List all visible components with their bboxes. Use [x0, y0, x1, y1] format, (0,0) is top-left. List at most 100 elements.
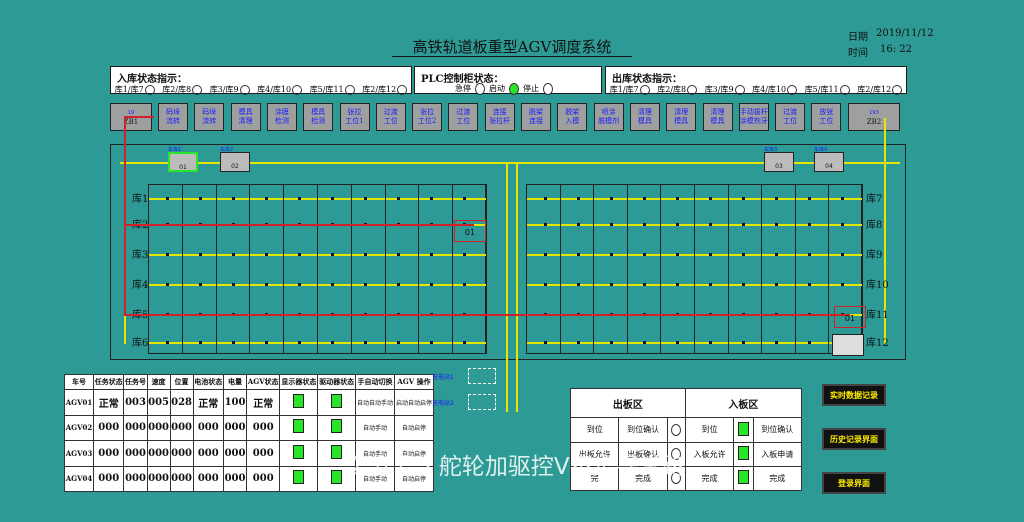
outbound-indicator-icon: [734, 85, 745, 95]
outbound-status-panel: 出库状态指示： 库1/库7 库2/库8 库3/库9 库4/库10 库5/库11 库2/库1…: [605, 66, 907, 95]
track-node: [742, 197, 745, 200]
agv-id: AGV03: [64, 440, 94, 467]
track-node: [841, 197, 844, 200]
track-node: [742, 223, 745, 226]
workstation-8[interactable]: 张拉 工位2: [412, 103, 443, 131]
cell-bat_state: 000: [192, 414, 225, 441]
grid-line: [761, 184, 763, 354]
workstation-14[interactable]: 清理 模具: [629, 103, 660, 131]
outbound-item-6: 库2/库12: [857, 84, 903, 95]
workstation-19[interactable]: 放张 工位: [811, 103, 842, 131]
workstation-5[interactable]: 模具 检测: [303, 103, 334, 131]
col-header: 位置: [169, 374, 194, 390]
in-board-confirm[interactable]: 完成: [752, 465, 803, 492]
col-header: 手自动切换: [355, 374, 395, 390]
cell-agv_state: 000: [245, 440, 281, 467]
workstation-7[interactable]: 过渡 工位: [375, 103, 406, 131]
col-header: 显示器状态: [279, 374, 319, 390]
outbound-item-5: 库5/库11: [805, 84, 850, 95]
charge-slot-2: [468, 394, 496, 410]
store-label-left-6: 库6: [132, 338, 149, 349]
status-led-icon: [293, 419, 305, 434]
track-node: [430, 197, 433, 200]
cell-drv: [317, 414, 357, 441]
grid-line: [862, 184, 863, 354]
grid-line: [350, 184, 352, 354]
track-node: [709, 223, 712, 226]
workstation-9[interactable]: 过渡 工位: [448, 103, 479, 131]
track-node: [676, 197, 679, 200]
track-node: [430, 253, 433, 256]
op-cell[interactable]: 启动自动启停: [394, 389, 434, 416]
title-underline: [392, 56, 632, 57]
workstation-13[interactable]: 喷涂 脱模剂: [593, 103, 624, 131]
plc-label-1: 急停: [455, 84, 471, 93]
track-node: [610, 223, 613, 226]
route-segment: [124, 116, 154, 118]
in-board-confirm[interactable]: 入板申请: [752, 441, 803, 467]
in-board-label: 完成: [684, 465, 735, 492]
workstation-2[interactable]: 码垛 流转: [194, 103, 225, 131]
workstation-3[interactable]: 模具 清理: [230, 103, 261, 131]
grid-line: [418, 184, 420, 354]
track-node: [709, 341, 712, 344]
store-label-right-6: 库12: [866, 338, 889, 349]
realtime-record-button[interactable]: 实时数据记录: [822, 384, 886, 406]
col-header: 速度: [146, 374, 171, 390]
agv-id: AGV04: [64, 465, 94, 492]
cell-disp: [279, 440, 319, 467]
workstation-17[interactable]: 手动拔杆 涂模剂牙: [738, 103, 769, 131]
mode-cell[interactable]: 自动手动: [355, 414, 395, 441]
workstation-4[interactable]: 涂膜 检测: [266, 103, 297, 131]
history-record-button[interactable]: 历史记录界面: [822, 428, 886, 450]
inbound-item-1: 库1/库7: [115, 84, 155, 95]
workstation-11[interactable]: 脱架 连接: [521, 103, 551, 131]
status-led-icon: [331, 444, 343, 459]
workstation-18[interactable]: 过渡 工位: [775, 103, 806, 131]
track-node: [841, 283, 844, 286]
inbound-status-items: 库1/库7 库2/库8 库3/库9 库4/库10 库5/库11 库2/库12: [111, 84, 411, 95]
login-button[interactable]: 登录界面: [822, 472, 886, 494]
track-node: [577, 223, 580, 226]
workstation-1[interactable]: 码垛 流转: [158, 103, 188, 131]
out-board-confirm[interactable]: 到位确认: [618, 417, 668, 443]
track-node: [643, 253, 646, 256]
car-4[interactable]: 04: [814, 152, 844, 172]
status-led-icon: [293, 470, 305, 485]
plc-label-3: 停止: [523, 84, 539, 93]
outbound-item-label: 库5/库11: [804, 85, 839, 94]
inbound-status-title: 入库状态指示：: [117, 74, 187, 85]
inbound-item-2: 库2/库8: [162, 84, 203, 95]
track-node: [298, 197, 301, 200]
car-2[interactable]: 02: [220, 152, 250, 172]
track-node: [232, 197, 235, 200]
route-row: [124, 314, 850, 316]
mode-cell[interactable]: 自动自动手动: [355, 389, 395, 416]
workstation-15[interactable]: 清理 模具: [666, 103, 697, 131]
track-node: [166, 283, 169, 286]
right-zone[interactable]: 193 ZB2: [848, 103, 900, 131]
board-row: 到位 到位确认 到位 到位确认: [569, 417, 803, 443]
track-node: [463, 341, 466, 344]
workstation-10[interactable]: 连接 张拉杆: [484, 103, 515, 131]
track-node: [775, 197, 778, 200]
track-node: [742, 253, 745, 256]
workstation-12[interactable]: 脱架 入模: [557, 103, 588, 131]
plc-led-icon: [509, 83, 519, 95]
grid-line: [694, 184, 695, 354]
in-board-confirm[interactable]: 到位确认: [752, 417, 803, 443]
grid-line: [249, 184, 251, 354]
op-cell[interactable]: 自动启停: [394, 414, 434, 441]
outbound-item-3: 库3/库9: [705, 84, 745, 95]
workstation-16[interactable]: 清理 模具: [702, 103, 733, 131]
track-node: [775, 283, 778, 286]
workstation-6[interactable]: 张拉 工位1: [339, 103, 370, 131]
track-node: [430, 341, 433, 344]
cell-agv_state: 正常: [245, 389, 281, 416]
car-3[interactable]: 03: [764, 152, 794, 172]
store-label-right-4: 库10: [866, 280, 889, 291]
in-board-label: 到位: [684, 417, 735, 443]
time-label: 时间: [848, 48, 868, 59]
car-1[interactable]: 01: [168, 152, 198, 172]
track-node: [265, 253, 268, 256]
